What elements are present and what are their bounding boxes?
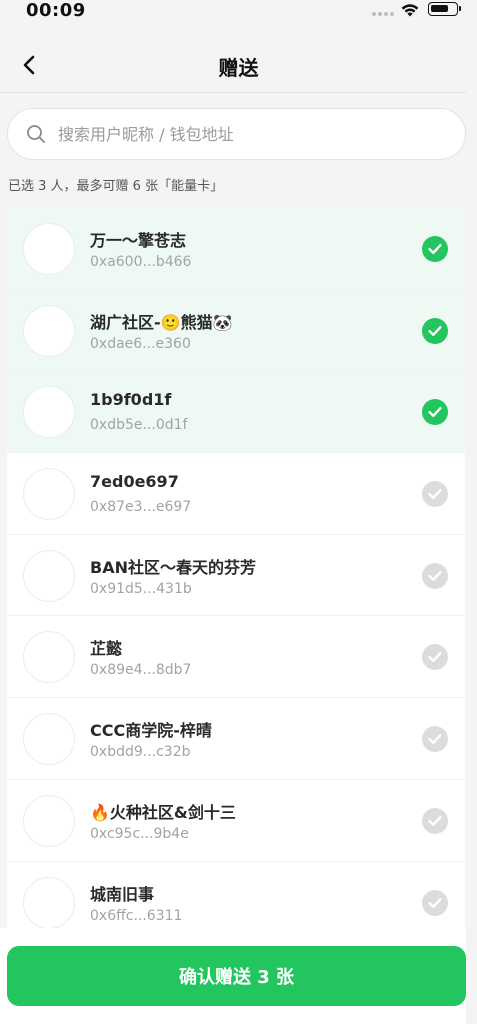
recipient-name: 1b9f0d1f (90, 390, 172, 410)
avatar (23, 713, 75, 766)
wallet-address: 0xdae6...e360 (90, 335, 191, 352)
select-check-icon[interactable] (422, 644, 448, 671)
confirm-gift-button[interactable]: 确认赠送 3 张 (7, 946, 466, 1006)
list-item[interactable]: 城南旧事 0x6ffc...6311 (7, 862, 465, 928)
avatar (23, 794, 75, 847)
recipient-list[interactable]: 万一～擎苍志 0xa600...b466 湖广社区-🙂熊猫🐼 0xdae6...e36… (7, 208, 465, 928)
recipient-name: 芷懿 (90, 639, 123, 659)
wifi-icon (401, 4, 419, 17)
select-check-icon[interactable] (422, 399, 448, 426)
select-check-icon[interactable] (422, 236, 448, 262)
select-check-icon[interactable] (422, 481, 448, 508)
search-box[interactable] (7, 108, 466, 160)
wallet-address: 0x91d5...431b (90, 580, 192, 597)
nav-bar: 赠送 (0, 34, 477, 94)
avatar (23, 386, 75, 439)
status-bar: 00:09 (0, 0, 477, 24)
signal-icon (372, 12, 394, 16)
search-input[interactable] (56, 123, 436, 145)
list-item[interactable]: 1b9f0d1f 0xdb5e...0d1f (7, 371, 465, 454)
nav-divider (0, 92, 477, 93)
page-title: 赠送 (218, 56, 259, 80)
avatar (23, 876, 75, 928)
recipient-name: 7ed0e697 (90, 472, 179, 492)
select-check-icon[interactable] (422, 726, 448, 753)
wallet-address: 0x87e3...e697 (90, 499, 192, 516)
list-item[interactable]: CCC商学院-梓晴 0xbdd9...c32b (7, 698, 465, 780)
select-check-icon[interactable] (422, 807, 448, 834)
wallet-address: 0xbdd9...c32b (90, 744, 191, 761)
recipient-name: 🔥火种社区&剑十三 (90, 802, 236, 822)
battery-icon (428, 2, 461, 16)
wallet-address: 0xa600...b466 (90, 254, 192, 270)
page-edge (466, 0, 477, 1024)
avatar (23, 304, 75, 357)
list-item[interactable]: BAN社区～春天的芬芳 0x91d5...431b (7, 535, 465, 617)
list-item[interactable]: 芷懿 0x89e4...8db7 (7, 616, 465, 699)
recipient-name: CCC商学院-梓晴 (90, 721, 212, 741)
list-item[interactable]: 万一～擎苍志 0xa600...b466 (7, 208, 465, 290)
search-icon (27, 125, 45, 143)
avatar (23, 468, 75, 521)
list-item[interactable]: 湖广社区-🙂熊猫🐼 0xdae6...e360 (7, 289, 465, 372)
select-check-icon[interactable] (422, 317, 448, 344)
avatar (23, 631, 75, 684)
list-item[interactable]: 🔥火种社区&剑十三 0xc95c...9b4e (7, 780, 465, 862)
selection-hint: 已选 3 人，最多可赠 6 张「能量卡」 (8, 179, 224, 194)
avatar (23, 223, 75, 275)
list-item[interactable]: 7ed0e697 0x87e3...e697 (7, 453, 465, 535)
wallet-address: 0xdb5e...0d1f (90, 417, 188, 434)
recipient-name: 湖广社区-🙂熊猫🐼 (90, 312, 233, 332)
select-check-icon[interactable] (422, 889, 448, 916)
avatar (23, 549, 75, 602)
status-time: 00:09 (26, 0, 86, 21)
recipient-name: BAN社区～春天的芬芳 (90, 557, 256, 577)
recipient-name: 万一～擎苍志 (90, 231, 187, 250)
wallet-address: 0xc95c...9b4e (90, 825, 189, 842)
wallet-address: 0x6ffc...6311 (90, 907, 183, 924)
wallet-address: 0x89e4...8db7 (90, 662, 192, 679)
recipient-name: 城南旧事 (90, 884, 155, 904)
select-check-icon[interactable] (422, 562, 448, 589)
